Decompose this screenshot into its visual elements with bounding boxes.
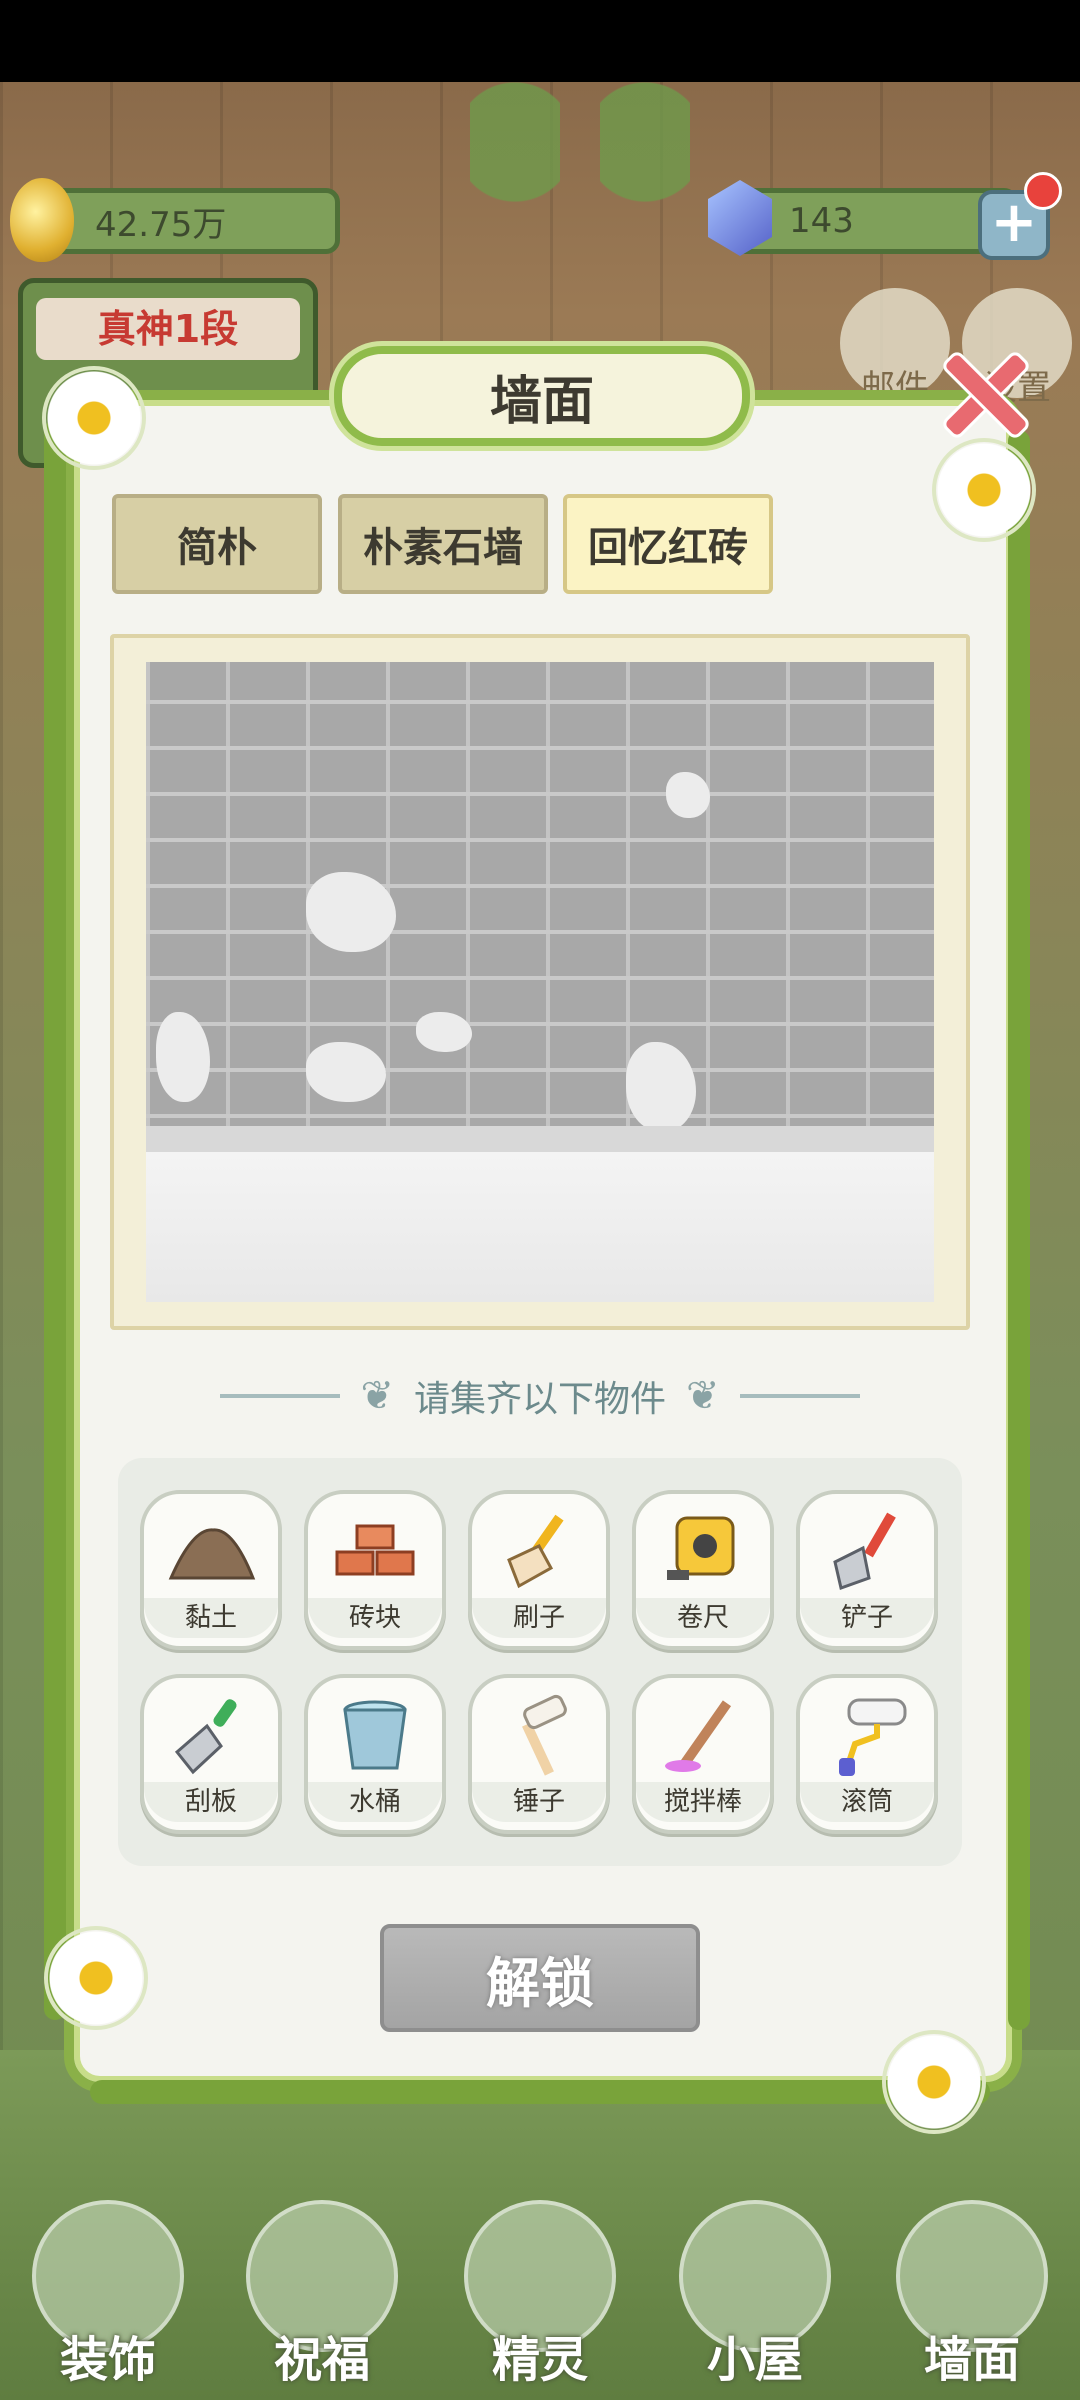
item-card-bricks[interactable]: 砖块 xyxy=(304,1490,446,1650)
gold-drop-icon xyxy=(10,178,74,262)
swirl-ornament-icon: ❦ xyxy=(360,1373,394,1419)
bottom-nav: 装饰 祝福 精灵 小屋 墙面 xyxy=(0,2170,1080,2400)
daisy-icon xyxy=(936,442,1032,538)
bricks-icon xyxy=(335,1524,415,1576)
plaster-patch xyxy=(306,1042,386,1102)
item-card-scraper[interactable]: 刮板 xyxy=(140,1674,282,1834)
close-icon[interactable] xyxy=(930,340,1030,440)
wall-ledge xyxy=(146,1126,934,1152)
item-label: 铲子 xyxy=(800,1598,934,1638)
item-label: 滚筒 xyxy=(800,1782,934,1822)
tab-label: 回忆红砖 xyxy=(588,525,748,571)
notification-dot xyxy=(1024,172,1062,210)
tab-stone-wall[interactable]: 朴素石墙 xyxy=(338,494,548,594)
scraper-icon xyxy=(174,1699,237,1775)
item-label: 水桶 xyxy=(308,1782,442,1822)
nav-item-bless[interactable]: 祝福 xyxy=(232,2170,412,2400)
item-label: 卷尺 xyxy=(636,1598,770,1638)
clay-icon xyxy=(168,1528,256,1580)
plaster-patch xyxy=(306,872,396,952)
nav-item-wall[interactable]: 墙面 xyxy=(882,2170,1062,2400)
item-label: 搅拌棒 xyxy=(636,1782,770,1822)
daisy-icon xyxy=(46,370,142,466)
tab-red-brick[interactable]: 回忆红砖 xyxy=(563,494,773,594)
item-card-paint-roller[interactable]: 滚筒 xyxy=(796,1674,938,1834)
tab-plain[interactable]: 简朴 xyxy=(112,494,322,594)
nav-label: 装饰 xyxy=(59,2332,156,2388)
tab-label: 朴素石墙 xyxy=(363,525,523,571)
nav-item-sprite[interactable]: 精灵 xyxy=(450,2170,630,2400)
plaster-patch xyxy=(666,772,710,818)
divider-line xyxy=(739,1394,860,1398)
gem-value: 143 xyxy=(789,201,854,241)
vine-border xyxy=(44,420,66,2020)
nav-label: 祝福 xyxy=(273,2332,370,2388)
brush-icon xyxy=(507,1514,564,1589)
daisy-icon xyxy=(886,2034,982,2130)
item-card-clay[interactable]: 黏土 xyxy=(140,1490,282,1650)
hammer-icon xyxy=(522,1694,567,1776)
nav-item-decor[interactable]: 装饰 xyxy=(18,2170,198,2400)
vine-border xyxy=(90,2080,990,2104)
item-card-hammer[interactable]: 锤子 xyxy=(468,1674,610,1834)
plaster-patch xyxy=(416,1012,472,1052)
swirl-ornament-icon: ❦ xyxy=(686,1373,720,1419)
shovel-icon xyxy=(833,1512,896,1590)
item-card-tape-measure[interactable]: 卷尺 xyxy=(632,1490,774,1650)
modal-title-text: 墙面 xyxy=(489,371,594,432)
divider-line xyxy=(220,1394,341,1398)
plaster-patch xyxy=(156,1012,210,1102)
stir-stick-icon xyxy=(665,1700,732,1772)
item-card-bucket[interactable]: 水桶 xyxy=(304,1674,446,1834)
item-card-shovel[interactable]: 铲子 xyxy=(796,1490,938,1650)
plaster-patch xyxy=(626,1042,696,1132)
requirements-heading-text: 请集齐以下物件 xyxy=(413,1379,666,1420)
item-card-stir-stick[interactable]: 搅拌棒 xyxy=(632,1674,774,1834)
item-label: 刷子 xyxy=(472,1598,606,1638)
item-label: 砖块 xyxy=(308,1598,442,1638)
unlock-label: 解锁 xyxy=(486,1951,594,2015)
item-label: 锤子 xyxy=(472,1782,606,1822)
nav-item-house[interactable]: 小屋 xyxy=(665,2170,845,2400)
nav-label: 精灵 xyxy=(491,2332,588,2388)
gold-counter: 42.75万 xyxy=(40,188,340,254)
unlock-button[interactable]: 解锁 xyxy=(380,1924,700,2032)
nav-label: 墙面 xyxy=(923,2332,1020,2388)
item-label: 黏土 xyxy=(144,1598,278,1638)
item-label: 刮板 xyxy=(144,1782,278,1822)
paint-roller-icon xyxy=(839,1698,907,1776)
wall-plaster-base xyxy=(146,1152,934,1302)
bucket-icon xyxy=(343,1700,407,1770)
hanging-vine xyxy=(600,82,690,282)
gold-value: 42.75万 xyxy=(95,204,227,245)
item-card-brush[interactable]: 刷子 xyxy=(468,1490,610,1650)
daisy-icon xyxy=(48,1930,144,2026)
modal-title: 墙面 xyxy=(334,346,750,446)
status-bar xyxy=(0,0,1080,82)
requirements-heading: ❦ 请集齐以下物件 ❦ xyxy=(150,1366,930,1426)
tab-label: 简朴 xyxy=(177,525,257,571)
hanging-vine xyxy=(470,82,560,282)
tape-measure-icon xyxy=(667,1516,735,1580)
nav-label: 小屋 xyxy=(706,2332,803,2388)
rank-title: 真神1段 xyxy=(36,298,300,360)
vine-border xyxy=(1008,430,1030,2030)
wall-preview-image xyxy=(146,662,934,1302)
